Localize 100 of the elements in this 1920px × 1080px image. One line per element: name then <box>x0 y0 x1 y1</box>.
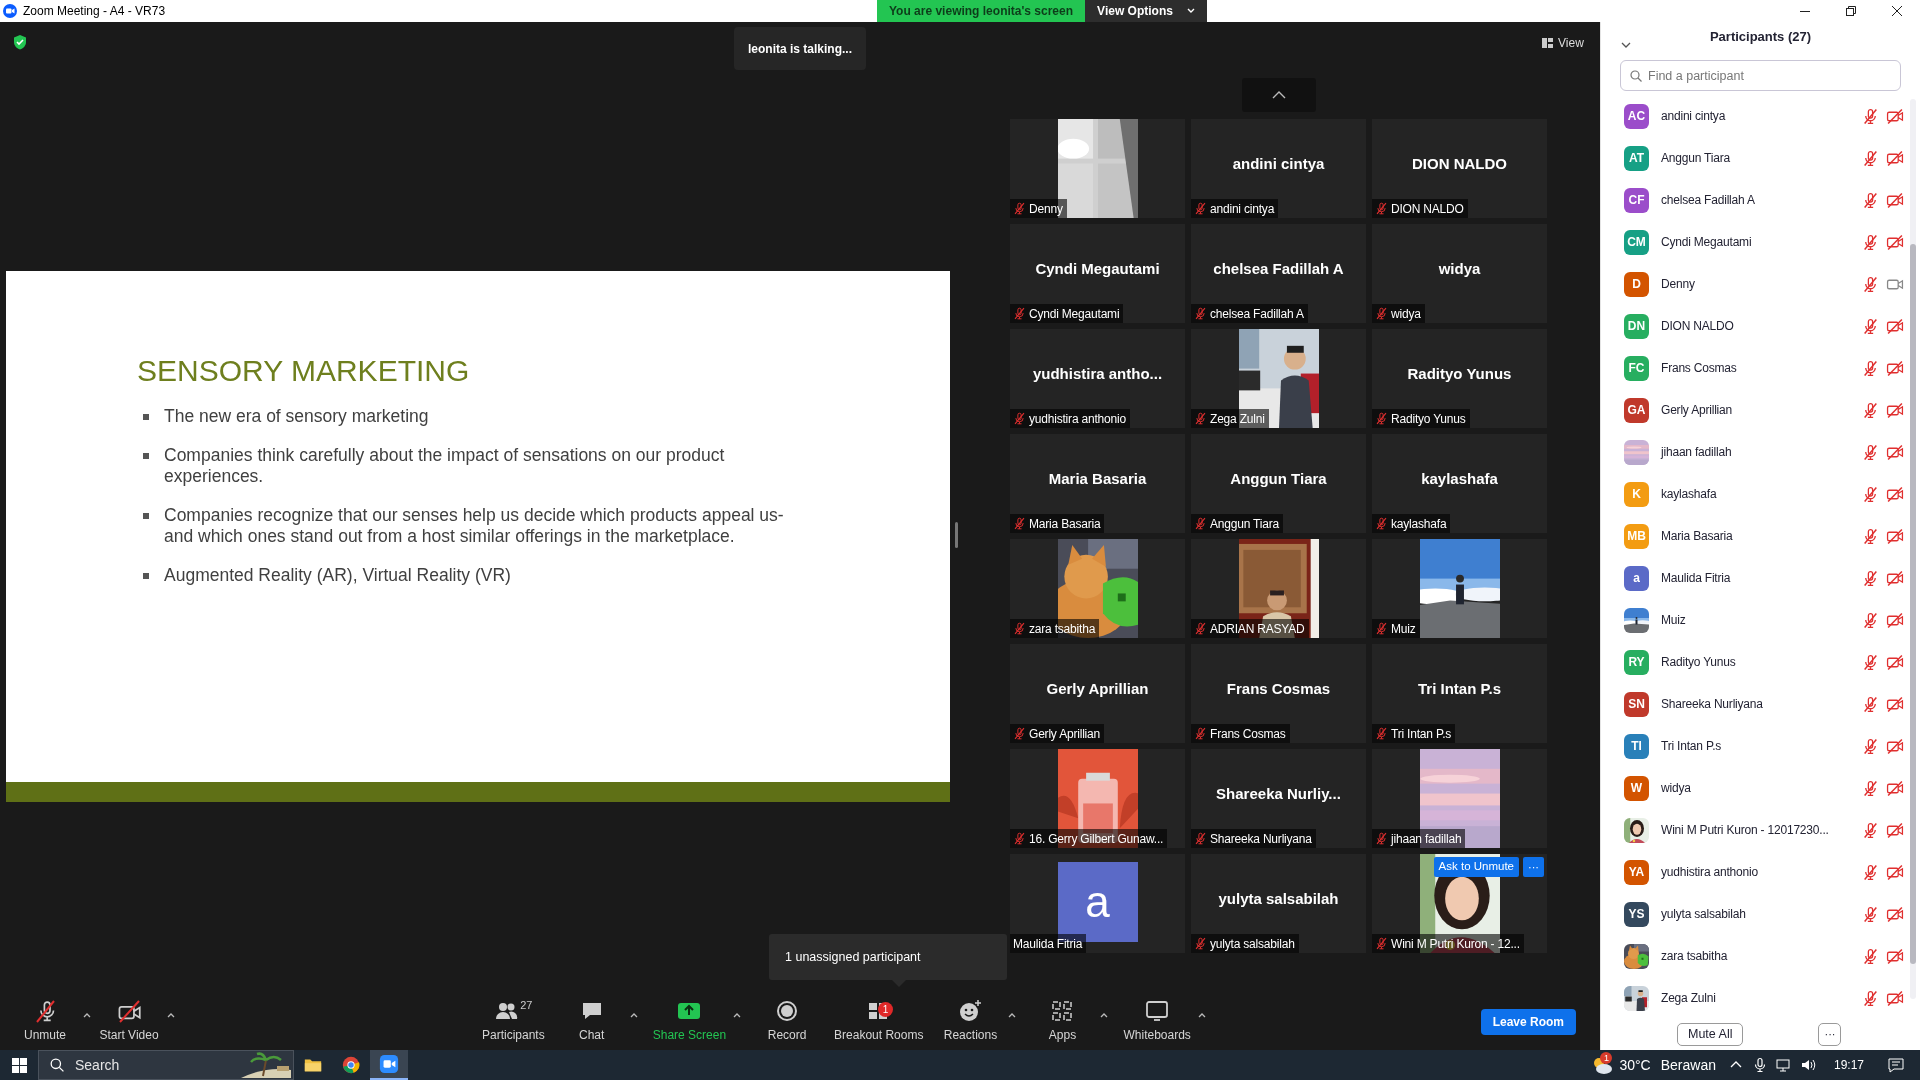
ask-to-unmute-button[interactable]: Ask to Unmute <box>1433 857 1519 877</box>
record-button[interactable]: Record <box>752 996 823 1047</box>
avatar: AC <box>1624 103 1649 129</box>
chevron-down-icon[interactable] <box>1621 42 1631 48</box>
taskbar-search-field[interactable]: Search <box>38 1050 294 1080</box>
windows-logo-icon <box>11 1057 27 1073</box>
participant-name: andini cintya <box>1661 108 1727 126</box>
panel-title: Participants (27) <box>1709 27 1812 46</box>
more-button[interactable]: ··· <box>1818 1023 1842 1047</box>
caret-up-icon <box>1100 1011 1109 1018</box>
tile-name: Frans Cosmas <box>1226 679 1331 700</box>
chevron-up-icon <box>1271 91 1286 99</box>
participant-name: Maulida Fitria <box>1661 570 1732 588</box>
restore-icon <box>1846 6 1856 16</box>
apps-icon <box>1050 999 1075 1023</box>
participant-name: Maria Basaria <box>1661 528 1734 546</box>
participant-name: Shareeka Nurliyana <box>1210 830 1312 848</box>
temperature: 30°C <box>1619 1055 1651 1075</box>
avatar: RY <box>1624 649 1649 675</box>
participant-name: yulyta salsabilah <box>1661 906 1747 924</box>
tile-name: widya <box>1438 259 1481 280</box>
message-icon <box>1888 1057 1904 1073</box>
participant-name: Frans Cosmas <box>1661 360 1738 378</box>
notification-badge: 1 <box>878 1001 894 1017</box>
resize-handle[interactable] <box>955 522 958 548</box>
bullet-text: Companies recognize that our senses help us decide which products appeal us-and which ones stand out from a host similar offerings in the marketplace. <box>164 505 785 547</box>
avatar: K <box>1624 481 1649 507</box>
avatar: FC <box>1624 355 1649 381</box>
bullet-icon <box>143 573 149 579</box>
leave-room-button[interactable]: Leave Room <box>1480 1008 1576 1035</box>
participant-name: DION NALDO <box>1661 318 1735 336</box>
participant-name: DION NALDO <box>1391 200 1464 218</box>
participant-name: Tri Intan P.s <box>1391 725 1452 743</box>
participant-name: zara tsabitha <box>1029 620 1096 638</box>
grid-view-icon <box>1542 38 1553 48</box>
participant-name: Zega Zulni <box>1210 410 1265 428</box>
bullet-text: Companies think carefully about the impact of sensations on our product experiences. <box>164 445 726 487</box>
avatar: D <box>1624 271 1649 297</box>
app-logo-icon <box>3 4 17 18</box>
palm-tree-icon <box>241 1052 291 1078</box>
caret-down-icon <box>1186 8 1195 14</box>
tile-name: Anggun Tiara <box>1230 469 1327 490</box>
reactions-button[interactable]: Reactions <box>935 996 1006 1047</box>
avatar: YS <box>1624 901 1649 927</box>
avatar: a <box>1624 565 1649 591</box>
tile-name: Maria Basaria <box>1048 469 1147 490</box>
tile-name: yudhistira antho... <box>1032 364 1163 385</box>
participant-name: 16. Gerry Gilbert Gunaw... <box>1029 830 1164 848</box>
tile-name: Tri Intan P.s <box>1417 679 1502 700</box>
video-button[interactable]: Start Video <box>94 996 164 1047</box>
breakout-button[interactable]: 1 Breakout Rooms <box>830 996 928 1047</box>
avatar: CM <box>1624 229 1649 255</box>
whiteboards-button[interactable]: Whiteboards <box>1119 996 1195 1047</box>
tooltip: 1 unassigned participant <box>769 934 1007 980</box>
participant-name: Tri Intan P.s <box>1661 738 1723 756</box>
close-icon <box>1892 6 1902 16</box>
participant-name: Denny <box>1661 276 1696 294</box>
participant-search-field[interactable]: Find a participant <box>1620 60 1901 92</box>
tile-name: Gerly Aprillian <box>1046 679 1149 700</box>
mute-all-button[interactable]: Mute All <box>1677 1023 1744 1047</box>
avatar: W <box>1624 775 1649 801</box>
avatar: YA <box>1624 859 1649 885</box>
weather-widget[interactable]: 1 30°C Berawan <box>1583 1050 1724 1080</box>
more-button[interactable]: ··· <box>1523 857 1544 877</box>
window-title: Zoom Meeting - A4 - VR73 <box>23 3 166 20</box>
smiley-icon <box>958 999 983 1023</box>
view-options-button[interactable]: View Options <box>1085 0 1207 22</box>
scrollbar-thumb[interactable] <box>1910 244 1916 965</box>
taskbar-app-button[interactable] <box>370 1050 408 1080</box>
bullet-icon <box>143 513 149 519</box>
participant-name: Wini M Putri Kuron - 12... <box>1391 935 1520 953</box>
weather-condition: Berawan <box>1660 1055 1716 1075</box>
caret-up-icon <box>1008 1011 1017 1018</box>
muted-mic-icon <box>33 999 57 1023</box>
tile-name: andini cintya <box>1232 154 1325 175</box>
video-off-icon <box>117 999 141 1023</box>
video-app-icon <box>379 1054 399 1074</box>
participants-button[interactable]: 27 Participants <box>478 996 549 1047</box>
view-button[interactable]: View <box>1538 33 1588 53</box>
participant-name: kaylashafa <box>1391 515 1447 533</box>
search-icon <box>1630 70 1642 83</box>
bullet-icon <box>143 414 149 420</box>
participant-name: chelsea Fadillah A <box>1210 305 1304 323</box>
unmute-button[interactable]: Unmute <box>10 996 80 1047</box>
notification-badge: 1 <box>1600 1052 1613 1064</box>
tile-name: Cyndi Megautami <box>1035 259 1160 280</box>
caret-up-icon <box>167 1011 175 1018</box>
share-button[interactable]: Share Screen <box>648 996 731 1047</box>
chrome-icon <box>341 1055 361 1075</box>
shield-icon[interactable] <box>12 34 28 50</box>
record-icon <box>775 999 800 1023</box>
apps-button[interactable]: Apps <box>1027 996 1098 1047</box>
tile-name: chelsea Fadillah A <box>1213 259 1344 280</box>
chat-button[interactable]: Chat <box>556 996 627 1047</box>
scrollbar[interactable] <box>1910 99 1916 1000</box>
caret-up-icon <box>629 1011 638 1018</box>
participant-name: Cyndi Megautami <box>1029 305 1120 323</box>
avatar: SN <box>1624 691 1649 717</box>
slide-title: SENSORY MARKETING <box>137 354 471 388</box>
participant-name: Zega Zulni <box>1661 990 1717 1008</box>
